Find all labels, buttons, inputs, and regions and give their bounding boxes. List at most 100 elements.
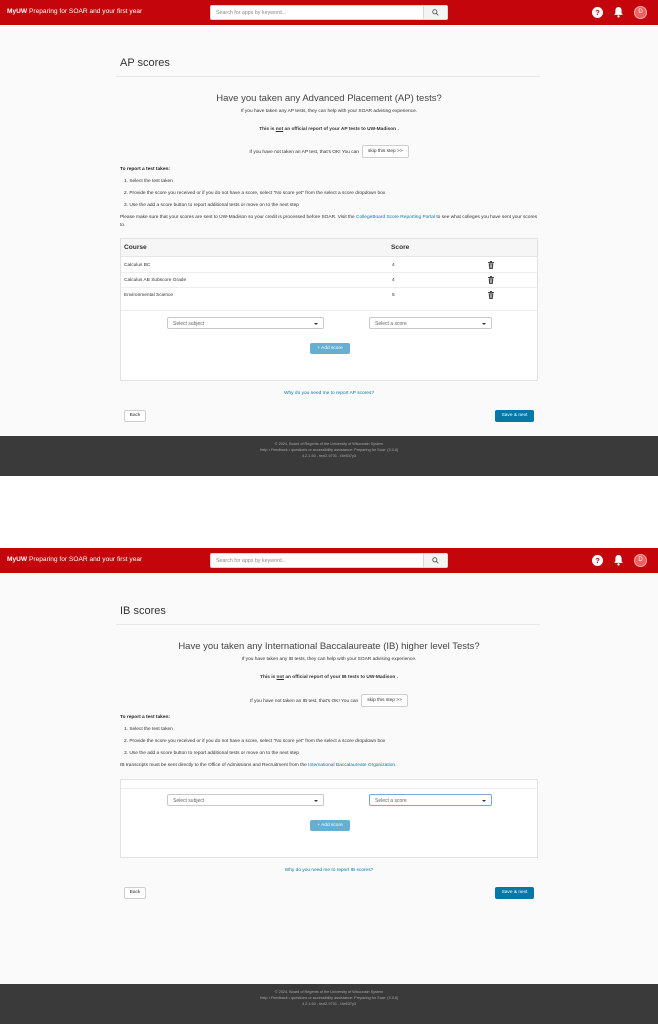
avatar[interactable]: D [634, 6, 647, 19]
table-header: Course Score [121, 239, 537, 257]
ib-scores-page: MyUW Preparing for SOAR and your first y… [0, 548, 658, 1024]
instruction-step: 2. Provide the score you received or if … [124, 739, 386, 744]
add-score-button[interactable]: + Add score [310, 820, 350, 831]
brand-subtitle: Preparing for SOAR and your first year [27, 556, 143, 563]
app-brand[interactable]: MyUW Preparing for SOAR and your first y… [7, 8, 142, 15]
skip-row: If you have not taken an IB test, that's… [0, 694, 658, 707]
not-official-notice: This is not an official report of your I… [0, 675, 658, 680]
title-divider [116, 624, 540, 625]
brand-subtitle: Preparing for SOAR and your first year [27, 8, 143, 15]
table-row: Calculus BC 4 [121, 258, 537, 273]
row-score: 5 [392, 293, 395, 298]
notice-pre: This is [260, 675, 277, 680]
subject-select[interactable]: Select subject [167, 794, 324, 806]
row-course: Calculus AB Subscore Grade [124, 278, 187, 283]
back-button[interactable]: Back [124, 410, 146, 422]
search-box[interactable]: Search for apps by keyword... [210, 5, 448, 20]
score-reporting-note: Please make sure that your scores are se… [120, 214, 540, 230]
instruction-step: 1. Select the test taken [124, 179, 173, 184]
table-row: Environmental Science 5 [121, 288, 537, 303]
help-icon[interactable]: ? [592, 555, 603, 566]
page-title: IB scores [120, 605, 166, 617]
brand-logo-text: MyUW [7, 556, 28, 563]
score-select-value: Select a score [375, 798, 407, 804]
search-icon [432, 9, 439, 16]
score-select[interactable]: Select a score [369, 317, 492, 329]
not-official-notice: This is not an official report of your A… [0, 127, 658, 132]
note-pre: IB transcripts must be sent directly to … [120, 763, 309, 768]
ap-scores-page: MyUW Preparing for SOAR and your first y… [0, 0, 658, 476]
notice-not: not [276, 675, 285, 680]
note-post: . [395, 763, 397, 768]
footer: © 2024, Board of Regents of the Universi… [0, 436, 658, 476]
footer-links[interactable]: Help • Feedback • questions or accessibi… [0, 996, 658, 1000]
footer-version: 4.2.1.60 - text2-9731 - t4e637y3 [301, 454, 357, 458]
ib-score-table: Select subject Select a score + Add scor… [120, 779, 538, 858]
instruction-step: 3. Use the add a score button to report … [124, 751, 299, 756]
row-score: 4 [392, 278, 395, 283]
search-button[interactable] [423, 554, 447, 567]
search-input[interactable]: Search for apps by keyword... [216, 558, 286, 564]
row-course: Calculus BC [124, 263, 151, 268]
save-next-button[interactable]: Save & next [495, 887, 534, 899]
top-nav-bar: MyUW Preparing for SOAR and your first y… [0, 0, 658, 25]
skip-step-button[interactable]: skip this step >> [361, 145, 409, 158]
search-input[interactable]: Search for apps by keyword... [216, 10, 286, 16]
skip-prompt: If you have not taken an AP test, that's… [249, 149, 359, 155]
instruction-step: 3. Use the add a score button to report … [124, 203, 299, 208]
search-box[interactable]: Search for apps by keyword... [210, 553, 448, 568]
row-course: Environmental Science [124, 293, 174, 298]
footer-version: 4.2.1.60 - text2-9731 - t4e637y3 [301, 1002, 357, 1006]
instructions-heading: To report a test taken: [120, 167, 171, 172]
question-heading: Have you taken any Advanced Placement (A… [216, 93, 442, 104]
instructions-heading: To report a test taken: [120, 715, 171, 720]
question-subtext: If you have taken any IB tests, they can… [241, 657, 417, 662]
trash-icon[interactable] [488, 291, 494, 299]
avatar[interactable]: D [634, 554, 647, 567]
trash-icon[interactable] [488, 261, 494, 269]
top-nav-bar: MyUW Preparing for SOAR and your first y… [0, 548, 658, 573]
bell-icon[interactable] [613, 6, 624, 18]
subject-select-value: Select subject [173, 798, 205, 804]
question-subtext: If you have taken any AP tests, they can… [240, 109, 418, 114]
why-report-link[interactable]: Why do you need me to report IB scores? [0, 868, 658, 873]
skip-prompt: If you have not taken an IB test, that's… [250, 698, 359, 704]
brand-logo-text: MyUW [7, 8, 28, 15]
table-divider [121, 310, 537, 311]
search-button[interactable] [423, 6, 447, 19]
bell-icon[interactable] [613, 554, 624, 566]
chevron-down-icon [482, 323, 486, 325]
subject-select[interactable]: Select subject [167, 317, 324, 329]
table-row: Calculus AB Subscore Grade 4 [121, 273, 537, 288]
add-score-button[interactable]: + Add score [310, 343, 350, 354]
notice-pre: This is [259, 127, 276, 132]
subject-select-value: Select subject [173, 321, 205, 327]
score-select[interactable]: Select a score [369, 794, 492, 806]
collegeboard-link[interactable]: CollegeBoard Score Reporting Portal [356, 215, 435, 220]
footer-links[interactable]: Help • Feedback • questions or accessibi… [0, 448, 658, 452]
row-score: 4 [392, 263, 395, 268]
chevron-down-icon [314, 800, 318, 802]
back-button[interactable]: Back [124, 887, 146, 899]
footer-copyright: © 2024, Board of Regents of the Universi… [274, 442, 384, 446]
footer: © 2024, Board of Regents of the Universi… [0, 984, 658, 1024]
score-select-value: Select a score [375, 321, 407, 327]
ibo-link[interactable]: International Baccalaureate Organization [308, 763, 395, 768]
page-title: AP scores [120, 57, 170, 69]
save-next-button[interactable]: Save & next [495, 410, 534, 422]
title-divider [116, 76, 540, 77]
app-brand[interactable]: MyUW Preparing for SOAR and your first y… [7, 556, 142, 563]
trash-icon[interactable] [488, 276, 494, 284]
note-pre: Please make sure that your scores are se… [120, 215, 357, 220]
notice-post: an official report of your AP tests to U… [283, 127, 399, 132]
why-report-link[interactable]: Why do you need me to report AP scores? [0, 391, 658, 396]
instruction-step: 1. Select the test taken [124, 727, 173, 732]
footer-copyright: © 2024, Board of Regents of the Universi… [274, 990, 384, 994]
skip-step-button[interactable]: skip this step >> [361, 694, 408, 707]
chevron-down-icon [482, 800, 486, 802]
ib-transcript-note: IB transcripts must be sent directly to … [120, 762, 540, 770]
ap-score-table: Course Score Calculus BC 4 Calculus AB S… [120, 238, 538, 381]
help-icon[interactable]: ? [592, 7, 603, 18]
column-course: Course [124, 244, 147, 251]
notice-post: an official report of your IB tests to U… [284, 675, 398, 680]
